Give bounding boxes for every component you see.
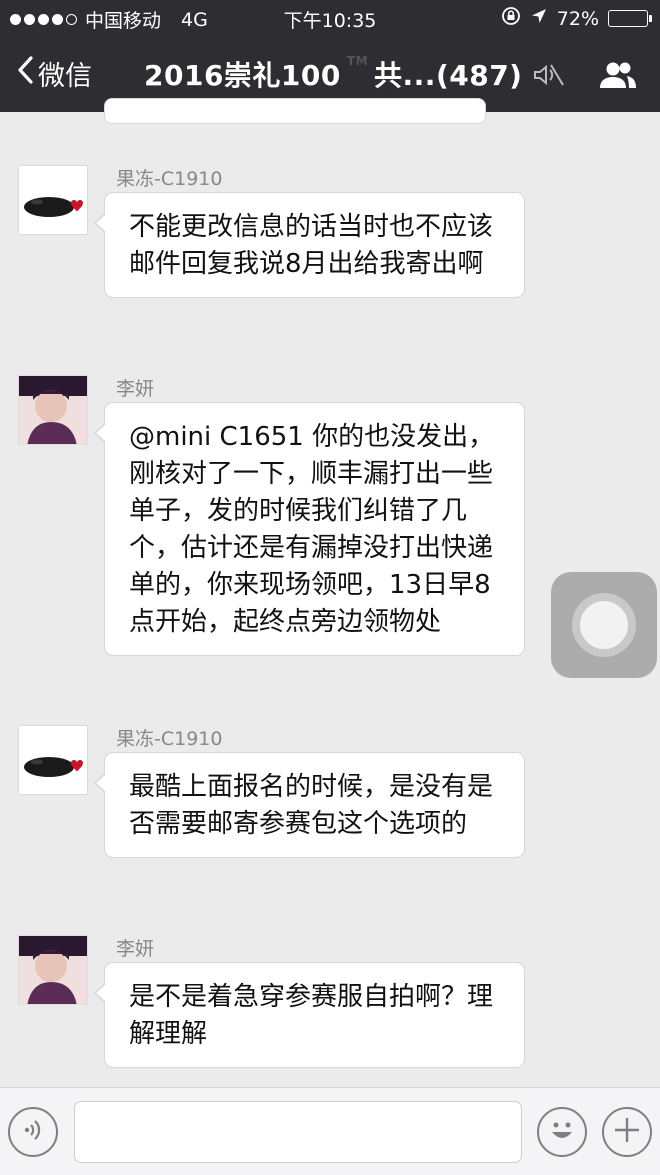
- message-input[interactable]: [74, 1101, 522, 1163]
- more-button[interactable]: [602, 1107, 652, 1157]
- woman-avatar[interactable]: [18, 375, 88, 445]
- previous-message-bubble: [104, 98, 486, 124]
- location-icon: [530, 7, 548, 30]
- sender-name: 果冻-C1910: [116, 168, 223, 190]
- battery-icon: [608, 10, 652, 27]
- message-bubble[interactable]: 不能更改信息的话当时也不应该邮件回复我说8月出给我寄出啊: [94, 192, 525, 298]
- orientation-lock-icon: [501, 6, 521, 31]
- message-bubble[interactable]: 最酷上面报名的时候，是没有是否需要邮寄参赛包这个选项的: [94, 752, 525, 858]
- group-members-icon[interactable]: [598, 60, 638, 94]
- assistive-touch-button[interactable]: [551, 572, 657, 678]
- input-bar: [0, 1087, 660, 1175]
- sender-name: 李妍: [116, 938, 155, 960]
- nav-bar: 微信 2016崇礼100 TM 共...(487): [0, 42, 660, 104]
- voice-icon: [20, 1117, 46, 1147]
- mute-icon: [532, 62, 564, 92]
- message-bubble[interactable]: 是不是着急穿参赛服自拍啊？理解理解: [94, 962, 525, 1068]
- battery-percent: 72%: [556, 7, 599, 30]
- back-button[interactable]: 微信: [16, 54, 92, 93]
- emoji-icon: [544, 1112, 580, 1152]
- chat-title: 2016崇礼100 TM 共...(487): [144, 54, 522, 94]
- plus-icon: [612, 1115, 642, 1149]
- back-label: 微信: [38, 61, 92, 92]
- chat-title-rest: 共...(487): [374, 59, 523, 92]
- chevron-left-icon: [16, 55, 34, 92]
- woman-avatar[interactable]: [18, 935, 88, 1005]
- sender-name: 李妍: [116, 378, 155, 400]
- whale-avatar[interactable]: [18, 165, 88, 235]
- wechat-group-chat-screen: 中国移动 4G 下午10:35 72% 微信 2016崇礼100 TM 共...…: [0, 0, 660, 1175]
- message-bubble[interactable]: @mini C1651 你的也没发出，刚核对了一下，顺丰漏打出一些单子，发的时候…: [94, 402, 525, 656]
- sender-name: 果冻-C1910: [116, 728, 223, 750]
- chat-title-main: 2016崇礼100: [144, 59, 341, 92]
- whale-avatar[interactable]: [18, 725, 88, 795]
- status-bar: 中国移动 4G 下午10:35 72%: [0, 6, 660, 32]
- assistive-touch-core: [580, 601, 628, 649]
- emoji-button[interactable]: [537, 1107, 587, 1157]
- voice-button[interactable]: [8, 1107, 58, 1157]
- trademark-mark: TM: [346, 54, 369, 68]
- top-bar: 中国移动 4G 下午10:35 72% 微信 2016崇礼100 TM 共...…: [0, 0, 660, 112]
